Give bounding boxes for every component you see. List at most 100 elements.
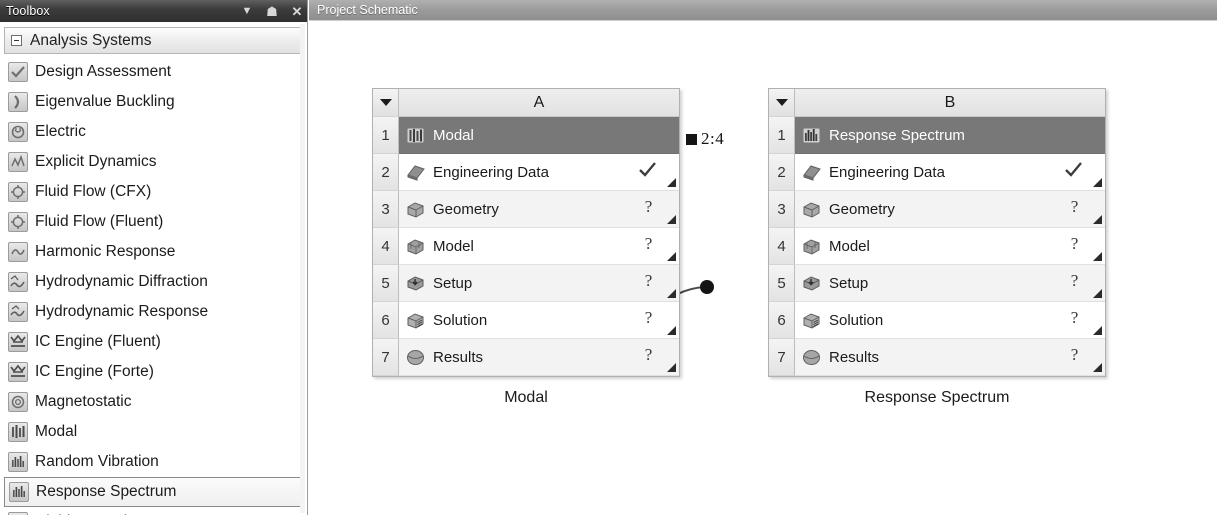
sidebar-item-explicit-dynamics[interactable]: Explicit Dynamics: [4, 147, 301, 177]
row-cell[interactable]: Geometry ?: [795, 191, 1105, 228]
sidebar-item-harmonic-response[interactable]: Harmonic Response: [4, 237, 301, 267]
svg-text:?: ?: [1071, 271, 1079, 290]
link-endpoint-dot: [700, 280, 714, 294]
resize-corner-icon[interactable]: [667, 178, 676, 187]
resize-corner-icon[interactable]: [1093, 363, 1102, 372]
resize-corner-icon[interactable]: [1093, 178, 1102, 187]
sidebar-item-hydrodynamic-response[interactable]: Hydrodynamic Response: [4, 297, 301, 327]
table-row[interactable]: 3 Geometry ?: [373, 191, 679, 228]
close-icon[interactable]: ✕: [291, 5, 303, 18]
table-row[interactable]: 4 Model ?: [373, 228, 679, 265]
setup-icon: [801, 273, 822, 294]
pin-icon[interactable]: ☗: [266, 5, 278, 18]
resize-corner-icon[interactable]: [1093, 289, 1102, 298]
row-cell[interactable]: Modal: [399, 117, 679, 154]
sidebar-item-ic-engine-fluent[interactable]: IC Engine (Fluent): [4, 327, 301, 357]
row-number: 4: [373, 228, 399, 265]
resize-corner-icon[interactable]: [1093, 326, 1102, 335]
svg-text:?: ?: [1071, 197, 1079, 216]
row-cell[interactable]: Solution ?: [399, 302, 679, 339]
row-cell[interactable]: Results ?: [795, 339, 1105, 376]
sidebar-item-random-vibration[interactable]: Random Vibration: [4, 447, 301, 477]
table-row[interactable]: 7 Results ?: [373, 339, 679, 376]
resize-corner-icon[interactable]: [667, 363, 676, 372]
row-label: Model: [829, 237, 870, 255]
table-row[interactable]: 1 Response Spectrum: [769, 117, 1105, 154]
system-block-a: A 1 Modal 2 Engineering Data 3 Geometry …: [372, 88, 680, 407]
sidebar-item-hydrodynamic-diffraction[interactable]: Hydrodynamic Diffraction: [4, 267, 301, 297]
electric-icon: [8, 122, 28, 142]
table-row[interactable]: 6 Solution ?: [769, 302, 1105, 339]
table-row[interactable]: 4 Model ?: [769, 228, 1105, 265]
sidebar-item-electric[interactable]: Electric: [4, 117, 301, 147]
row-cell[interactable]: Model ?: [795, 228, 1105, 265]
fluid-flow-cfx-icon: [8, 182, 28, 202]
sidebar-item-eigenvalue-buckling[interactable]: Eigenvalue Buckling: [4, 87, 301, 117]
chevron-down-icon[interactable]: [775, 99, 788, 106]
system-b-dropdown-cell[interactable]: [769, 89, 795, 117]
table-row[interactable]: 2 Engineering Data: [373, 154, 679, 191]
table-row[interactable]: 7 Results ?: [769, 339, 1105, 376]
table-row[interactable]: 6 Solution ?: [373, 302, 679, 339]
resize-corner-icon[interactable]: [1093, 215, 1102, 224]
sidebar-item-response-spectrum[interactable]: Response Spectrum: [4, 477, 301, 507]
resize-corner-icon[interactable]: [667, 326, 676, 335]
row-number: 2: [373, 154, 399, 191]
sidebar-item-fluid-flow-cfx[interactable]: Fluid Flow (CFX): [4, 177, 301, 207]
system-a-dropdown-cell[interactable]: [373, 89, 399, 117]
sidebar-item-design-assessment[interactable]: Design Assessment: [4, 57, 301, 87]
engineering-data-icon: [801, 162, 822, 183]
row-number: 6: [769, 302, 795, 339]
row-cell[interactable]: Engineering Data: [399, 154, 679, 191]
sidebar-item-modal[interactable]: Modal: [4, 417, 301, 447]
toolbox-titlebar: Toolbox ▼ ☗ ✕: [0, 0, 307, 22]
row-label: Results: [433, 348, 484, 366]
analysis-systems-group-header[interactable]: Analysis Systems: [4, 27, 301, 54]
row-label: Engineering Data: [829, 163, 945, 181]
fluid-flow-fluent-icon: [8, 212, 28, 232]
project-schematic-titlebar: Project Schematic: [309, 0, 1217, 21]
sidebar-item-rigid-dynamics[interactable]: Rigid Dynamics: [4, 507, 301, 515]
table-row[interactable]: 3 Geometry ?: [769, 191, 1105, 228]
sidebar-item-fluid-flow-fluent[interactable]: Fluid Flow (Fluent): [4, 207, 301, 237]
sidebar-item-magnetostatic[interactable]: Magnetostatic: [4, 387, 301, 417]
table-row[interactable]: 2 Engineering Data: [769, 154, 1105, 191]
row-cell[interactable]: Setup ?: [795, 265, 1105, 302]
row-number: 4: [769, 228, 795, 265]
table-row[interactable]: 5 Setup ?: [769, 265, 1105, 302]
response-spectrum-icon: [9, 482, 29, 502]
sidebar-item-label: Design Assessment: [35, 63, 172, 80]
table-row[interactable]: 5 Setup ?: [373, 265, 679, 302]
toolbox-panel: Toolbox ▼ ☗ ✕ Analysis Systems Design As…: [0, 0, 308, 515]
toolbox-title: Toolbox: [6, 4, 50, 18]
magnetostatic-icon: [8, 392, 28, 412]
resize-corner-icon[interactable]: [667, 215, 676, 224]
row-label: Setup: [829, 274, 869, 292]
chevron-down-icon[interactable]: [379, 99, 392, 106]
collapse-expander-icon[interactable]: [11, 35, 22, 46]
row-cell[interactable]: Solution ?: [795, 302, 1105, 339]
row-cell[interactable]: Engineering Data: [795, 154, 1105, 191]
svg-text:?: ?: [645, 345, 653, 364]
geometry-icon: [801, 199, 822, 220]
schematic-canvas[interactable]: 2:4 A 1 Modal 2 Engineering Data 3 Geome…: [309, 21, 1217, 515]
row-cell[interactable]: Results ?: [399, 339, 679, 376]
row-cell[interactable]: Setup ?: [399, 265, 679, 302]
svg-text:?: ?: [1071, 308, 1079, 327]
sidebar-item-ic-engine-forte[interactable]: IC Engine (Forte): [4, 357, 301, 387]
row-cell[interactable]: Geometry ?: [399, 191, 679, 228]
status-question-icon: ?: [640, 234, 657, 258]
row-number: 5: [769, 265, 795, 302]
resize-corner-icon[interactable]: [1093, 252, 1102, 261]
sidebar-item-label: Response Spectrum: [36, 483, 177, 500]
resize-corner-icon[interactable]: [667, 252, 676, 261]
table-row[interactable]: 1 Modal: [373, 117, 679, 154]
hydrodynamic-diffraction-icon: [8, 272, 28, 292]
row-number: 5: [373, 265, 399, 302]
dropdown-icon[interactable]: ▼: [241, 5, 253, 17]
resize-corner-icon[interactable]: [667, 289, 676, 298]
row-cell[interactable]: Response Spectrum: [795, 117, 1105, 154]
row-cell[interactable]: Model ?: [399, 228, 679, 265]
toolbox-scrollbar[interactable]: [300, 24, 305, 513]
row-label: Geometry: [829, 200, 895, 218]
